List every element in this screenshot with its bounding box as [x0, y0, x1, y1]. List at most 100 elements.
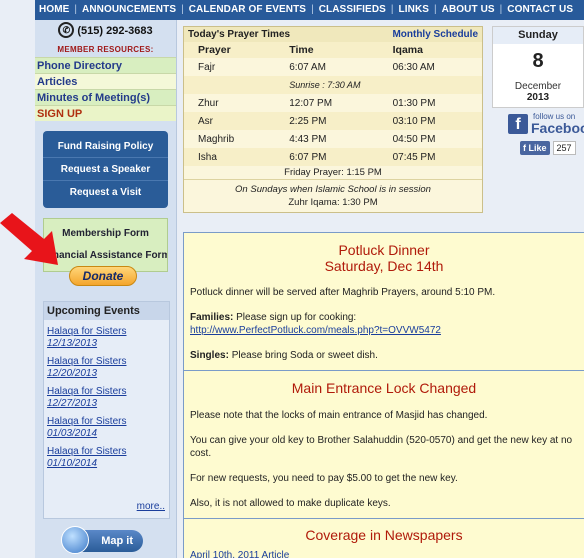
- nav-about[interactable]: ABOUT US: [442, 4, 495, 15]
- prayer-row: Maghrib 4:43 PM 04:50 PM: [184, 130, 482, 148]
- singles-paragraph: Singles: Please bring Soda or sweet dish…: [190, 349, 578, 362]
- prayer-times-header: Today's Prayer Times Monthly Schedule: [184, 27, 482, 42]
- minutes-link[interactable]: Minutes of Meeting(s): [35, 89, 176, 105]
- facebook-like-widget: f Like 257: [520, 141, 576, 155]
- articles-link[interactable]: Articles: [35, 73, 176, 89]
- sign-up-link[interactable]: SIGN UP: [35, 105, 176, 121]
- families-text: Please sign up for cooking:: [236, 312, 357, 323]
- header-iqama: Iqama: [378, 42, 482, 58]
- like-button[interactable]: f Like: [520, 141, 550, 155]
- potluck-title: Potluck Dinner: [338, 242, 430, 258]
- map-it-button[interactable]: Map it: [61, 526, 143, 554]
- action-buttons: Fund Raising Policy Request a Speaker Re…: [43, 131, 168, 208]
- event-title-link[interactable]: Halaqa for Sisters: [47, 446, 126, 457]
- nav-announcements[interactable]: ANNOUNCEMENTS: [82, 4, 176, 15]
- date-box: Sunday 8 December 2013: [492, 26, 584, 108]
- event-date-link[interactable]: 01/10/2014: [47, 458, 97, 469]
- event-item: Halaqa for Sisters 01/03/2014: [47, 416, 169, 440]
- day-of-week: Sunday: [493, 27, 583, 44]
- prayer-row: Fajr 6:07 AM 06:30 AM: [184, 58, 482, 76]
- prayer-name: Asr: [184, 112, 276, 130]
- more-events-link[interactable]: more..: [137, 501, 165, 512]
- prayer-time: 6:07 AM: [289, 61, 326, 73]
- newspaper-article-link[interactable]: April 10th, 2011 Article: [190, 550, 289, 558]
- lock-changed-title: Main Entrance Lock Changed: [291, 380, 477, 396]
- globe-icon: [61, 526, 89, 554]
- top-navigation: HOME | ANNOUNCEMENTS | CALENDAR OF EVENTS | CL…: [35, 0, 584, 20]
- event-date-link[interactable]: 12/27/2013: [47, 398, 97, 409]
- prayer-time: 12:07 PM: [289, 97, 333, 109]
- phone-number: (515) 292-3683: [77, 25, 153, 37]
- facebook-follow-button[interactable]: f follow us on Facebook: [508, 112, 584, 136]
- facebook-icon: f: [508, 114, 528, 134]
- prayer-iqama: 01:30 PM: [392, 97, 436, 109]
- nav-links[interactable]: LINKS: [399, 4, 430, 15]
- request-visit-button[interactable]: Request a Visit: [43, 181, 168, 204]
- facebook-label: Facebook: [531, 120, 584, 136]
- prayer-row: Zhur 12:07 PM 01:30 PM: [184, 94, 482, 112]
- announcements-panel: Potluck Dinner Saturday, Dec 14th Potluc…: [183, 232, 584, 558]
- event-title-link[interactable]: Halaqa for Sisters: [47, 356, 126, 367]
- map-it-label: Map it: [101, 535, 133, 547]
- prayer-iqama: 03:10 PM: [378, 112, 482, 130]
- year: 2013: [526, 92, 550, 103]
- request-speaker-button[interactable]: Request a Speaker: [43, 158, 168, 181]
- newspapers-title: Coverage in Newspapers: [305, 527, 463, 543]
- event-item: Halaqa for Sisters 12/27/2013: [47, 386, 169, 410]
- singles-text: Please bring Soda or sweet dish.: [231, 350, 378, 361]
- sunday-note: On Sundays when Islamic School is in ses…: [184, 179, 482, 196]
- prayer-time: 2:25 PM: [275, 112, 379, 130]
- event-date-link[interactable]: 12/20/2013: [47, 368, 97, 379]
- nav-contact[interactable]: CONTACT US: [507, 4, 573, 15]
- families-paragraph: Families: Please sign up for cooking: htt…: [190, 311, 578, 337]
- prayer-row: Asr 2:25 PM 03:10 PM: [184, 112, 482, 130]
- potluck-description: Potluck dinner will be served after Magh…: [190, 287, 496, 298]
- prayer-times-box: Today's Prayer Times Monthly Schedule Pr…: [183, 26, 483, 213]
- lock-paragraph-3: For new requests, you need to pay $5.00 …: [190, 473, 458, 484]
- month: December: [514, 81, 562, 92]
- phone-icon: ✆: [58, 22, 75, 39]
- sunrise-row: Sunrise : 7:30 AM: [184, 76, 482, 94]
- prayer-times-table: Prayer Time Iqama Fajr 6:07 AM 06:30 AM …: [184, 42, 482, 166]
- nav-home[interactable]: HOME: [35, 4, 69, 15]
- event-title-link[interactable]: Halaqa for Sisters: [47, 386, 126, 397]
- upcoming-events-title: Upcoming Events: [44, 302, 169, 320]
- families-label: Families:: [190, 312, 234, 323]
- red-arrow-icon: [0, 213, 58, 265]
- event-title-link[interactable]: Halaqa for Sisters: [47, 416, 126, 427]
- fund-raising-policy-button[interactable]: Fund Raising Policy: [43, 135, 168, 158]
- nav-classifieds[interactable]: CLASSIFIEDS: [319, 4, 386, 15]
- singles-label: Singles:: [190, 350, 229, 361]
- header-time: Time: [275, 42, 379, 58]
- prayer-name: Zhur: [198, 97, 219, 109]
- like-label: Like: [528, 143, 547, 153]
- phone-directory-link[interactable]: Phone Directory: [35, 57, 176, 73]
- event-date-link[interactable]: 12/13/2013: [47, 338, 97, 349]
- phone-number-row: ✆ (515) 292-3683: [35, 20, 176, 43]
- event-date-link[interactable]: 01/03/2014: [47, 428, 97, 439]
- prayer-iqama: 06:30 AM: [392, 61, 435, 73]
- prayer-time: 6:07 PM: [275, 148, 379, 166]
- newspaper-article-row: April 10th, 2011 Article: [190, 549, 578, 558]
- prayer-name: Maghrib: [198, 133, 235, 145]
- event-item: Halaqa for Sisters 12/20/2013: [47, 356, 169, 380]
- sunrise-time: Sunrise : 7:30 AM: [275, 76, 482, 94]
- upcoming-events-box: Upcoming Events Halaqa for Sisters 12/13/…: [43, 301, 170, 519]
- lock-paragraph-1: Please note that the locks of main entra…: [190, 410, 488, 421]
- lock-paragraph-4: Also, it is not allowed to make duplicat…: [190, 498, 391, 509]
- nav-calendar[interactable]: CALENDAR OF EVENTS: [189, 4, 306, 15]
- event-item: Halaqa for Sisters 01/10/2014: [47, 446, 169, 470]
- event-item: Halaqa for Sisters 12/13/2013: [47, 326, 169, 350]
- prayer-iqama: 07:45 PM: [378, 148, 482, 166]
- monthly-schedule-link[interactable]: Monthly Schedule: [392, 27, 478, 42]
- left-sidebar: ✆ (515) 292-3683 MEMBER RESOURCES: Phone …: [35, 20, 177, 558]
- member-resources-title: MEMBER RESOURCES:: [57, 45, 154, 54]
- potluck-signup-link[interactable]: http://www.PerfectPotluck.com/meals.php?…: [190, 325, 441, 336]
- header-prayer: Prayer: [184, 42, 276, 58]
- lock-paragraph-2: You can give your old key to Brother Sal…: [190, 435, 573, 459]
- event-title-link[interactable]: Halaqa for Sisters: [47, 326, 126, 337]
- prayer-name: Isha: [184, 148, 276, 166]
- day-number: 8: [532, 50, 544, 72]
- prayer-iqama: 04:50 PM: [392, 133, 436, 145]
- like-count: 257: [552, 141, 576, 155]
